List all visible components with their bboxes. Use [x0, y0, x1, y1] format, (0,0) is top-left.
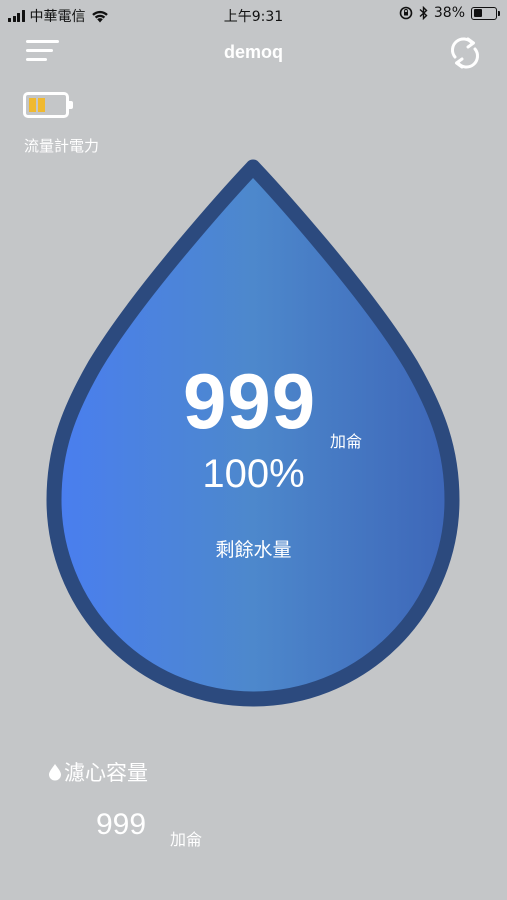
remaining-water-unit: 加侖	[330, 432, 363, 451]
filter-capacity-label: 濾心容量	[64, 761, 148, 785]
remaining-water-label: 剩餘水量	[215, 539, 292, 561]
remaining-water-percent: 100%	[202, 452, 305, 496]
remaining-water-value: 999	[183, 357, 317, 445]
filter-capacity-title: 濾心容量	[48, 757, 148, 787]
filter-capacity-unit: 加侖	[170, 830, 203, 849]
water-level-gauge: 999 加侖 100% 剩餘水量	[0, 0, 507, 720]
filter-capacity-value: 999	[96, 808, 147, 841]
water-drop-icon	[49, 764, 61, 781]
